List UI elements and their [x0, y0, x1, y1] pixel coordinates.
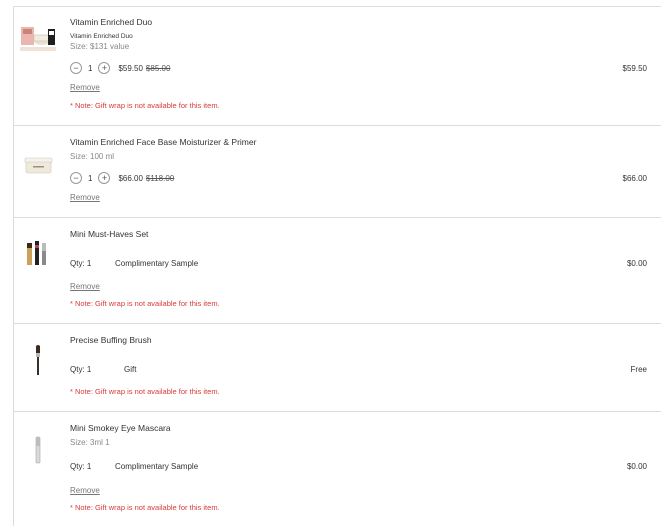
quantity-value: 1	[88, 173, 93, 183]
remove-link[interactable]: Remove	[70, 193, 100, 202]
product-mascara-icon[interactable]	[20, 433, 56, 469]
cart-items-list: Vitamin Enriched Duo Vitamin Enriched Du…	[13, 6, 661, 526]
product-brush-icon[interactable]	[20, 343, 56, 379]
item-type-label: Gift	[124, 365, 137, 374]
sale-price: $59.50	[118, 63, 143, 73]
quantity-stepper: − 1 + $59.50 $85.00	[70, 62, 170, 74]
quantity-value: 1	[88, 63, 93, 73]
cart-item: Vitamin Enriched Face Base Moisturizer &…	[14, 125, 661, 218]
line-total: $0.00	[626, 259, 647, 268]
decrease-quantity-button[interactable]: −	[70, 62, 82, 74]
quantity-label: Qty: 1	[70, 462, 92, 471]
product-subtitle: Vitamin Enriched Duo	[70, 33, 133, 40]
cart-item: Mini Must-Haves Set Qty: 1 Complimentary…	[14, 217, 661, 324]
quantity-label: Qty: 1	[70, 259, 92, 268]
cart-item: Mini Smokey Eye Mascara Size: 3ml 1 Qty:…	[14, 411, 661, 531]
product-size: Size: 3ml 1	[70, 438, 110, 447]
product-title[interactable]: Vitamin Enriched Duo	[70, 17, 152, 27]
original-price: $118.00	[145, 173, 175, 183]
cart-item: Vitamin Enriched Duo Vitamin Enriched Du…	[14, 7, 661, 126]
gift-wrap-note: * Note: Gift wrap is not available for t…	[70, 101, 220, 110]
increase-quantity-button[interactable]: +	[98, 172, 111, 184]
line-total: Free	[630, 365, 647, 374]
product-title[interactable]: Vitamin Enriched Face Base Moisturizer &…	[70, 137, 256, 147]
gift-wrap-note: * Note: Gift wrap is not available for t…	[70, 299, 220, 308]
item-type-label: Complimentary Sample	[115, 462, 199, 471]
sale-price: $66.00	[118, 173, 143, 183]
product-minis-icon[interactable]	[20, 237, 56, 273]
remove-link[interactable]: Remove	[70, 282, 100, 291]
product-title[interactable]: Mini Must-Haves Set	[70, 229, 148, 239]
gift-wrap-note: * Note: Gift wrap is not available for t…	[70, 503, 220, 512]
product-duo-icon[interactable]	[20, 21, 56, 57]
line-total: $66.00	[622, 174, 647, 183]
quantity-stepper: − 1 + $66.00 $118.00	[70, 172, 174, 184]
product-size: Size: 100 ml	[70, 152, 115, 161]
increase-quantity-button[interactable]: +	[98, 62, 111, 74]
line-total: $0.00	[626, 462, 647, 471]
product-jar-icon[interactable]	[20, 149, 56, 185]
remove-link[interactable]: Remove	[70, 83, 100, 92]
product-title[interactable]: Mini Smokey Eye Mascara	[70, 423, 171, 433]
product-title[interactable]: Precise Buffing Brush	[70, 335, 152, 345]
quantity-label: Qty: 1	[70, 365, 92, 374]
original-price: $85.00	[145, 63, 171, 73]
gift-wrap-note: * Note: Gift wrap is not available for t…	[70, 387, 220, 396]
item-type-label: Complimentary Sample	[115, 259, 199, 268]
remove-link[interactable]: Remove	[70, 486, 100, 495]
cart-item: Precise Buffing Brush Qty: 1 Gift Free *…	[14, 323, 661, 412]
line-total: $59.50	[622, 64, 647, 73]
product-size: Size: $131 value	[70, 42, 130, 51]
decrease-quantity-button[interactable]: −	[70, 172, 82, 184]
